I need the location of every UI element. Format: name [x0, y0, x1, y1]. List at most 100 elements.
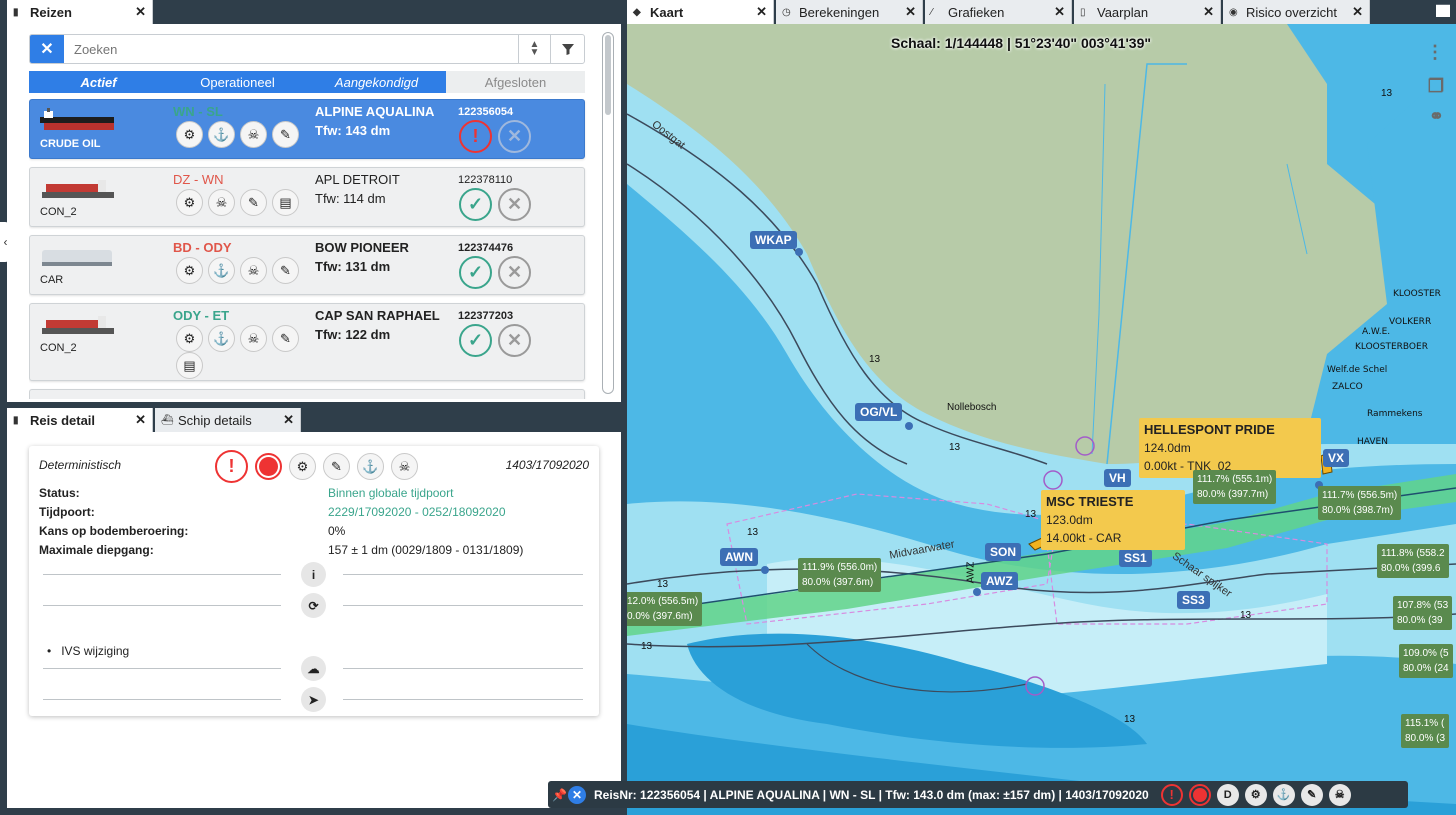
voyage-item-partial[interactable] — [29, 389, 585, 399]
close-icon[interactable]: ✕ — [1046, 4, 1065, 20]
waypoint-vh[interactable]: VH — [1104, 469, 1131, 487]
alert-icon[interactable]: ! — [1160, 783, 1183, 806]
wand-icon[interactable]: ✎ — [323, 453, 350, 480]
info-button[interactable]: i — [301, 562, 326, 587]
pin-icon[interactable]: 📌 — [552, 788, 568, 802]
waypoint-son[interactable]: SON — [985, 543, 1022, 561]
cancel-icon[interactable]: ✕ — [498, 188, 531, 221]
tab-berekeningen[interactable]: ◷ Berekeningen ✕ — [776, 0, 923, 24]
close-icon[interactable]: ✕ — [275, 412, 294, 428]
cancel-icon[interactable]: ✕ — [498, 256, 531, 289]
waypoint-awz[interactable]: AWZ — [981, 572, 1018, 590]
gears-icon[interactable]: ⚙ — [1244, 783, 1267, 806]
tab-vaarplan[interactable]: ▯ Vaarplan ✕ — [1074, 0, 1221, 24]
close-icon[interactable]: ✕ — [897, 4, 916, 20]
tab-kaart[interactable]: ◆ Kaart ✕ — [627, 0, 774, 24]
filter-tab-afgesloten[interactable]: Afgesloten — [446, 71, 585, 93]
clearance-label: 109.0% (5 80.0% (24 — [1399, 644, 1453, 678]
close-icon[interactable]: ✕ — [1344, 4, 1363, 20]
cancel-icon[interactable]: ✕ — [498, 120, 531, 153]
tab-schip-details[interactable]: ⛴ Schip details ✕ — [155, 408, 301, 432]
stop-icon[interactable] — [255, 453, 282, 480]
skull-icon[interactable]: ☠ — [240, 121, 267, 148]
ok-icon[interactable]: ✓ — [459, 324, 492, 357]
close-icon[interactable]: ✕ — [127, 412, 146, 428]
refresh-button[interactable]: ⟳ — [301, 593, 326, 618]
close-icon[interactable]: ✕ — [748, 4, 767, 20]
voyage-item[interactable]: CAR BD - ODY BOW PIONEER Tfw: 131 dm 122… — [29, 235, 585, 295]
skull-icon[interactable]: ☠ — [208, 189, 235, 216]
nautical-map[interactable]: KLOOSTER VOLKERR A.W.E. KLOOSTERBOER Wel… — [627, 24, 1456, 815]
tab-grafieken[interactable]: ⁄ Grafieken ✕ — [925, 0, 1072, 24]
voyage-item[interactable]: CON_2 DZ - WN APL DETROIT Tfw: 114 dm 12… — [29, 167, 585, 227]
depth-mark: 13 — [1025, 509, 1037, 520]
alert-icon[interactable]: ! — [215, 450, 248, 483]
close-icon[interactable]: ✕ — [127, 4, 146, 20]
ok-icon[interactable]: ✓ — [459, 256, 492, 289]
filter-tab-operationeel[interactable]: Operationeel — [168, 71, 307, 93]
close-selection-button[interactable]: ✕ — [568, 785, 586, 804]
anchor-icon[interactable]: ⚓ — [208, 257, 235, 284]
wand-icon[interactable]: ✎ — [272, 257, 299, 284]
collapse-panel-button[interactable]: ‹ — [0, 222, 11, 262]
filter-tab-aangekondigd[interactable]: Aangekondigd — [307, 71, 446, 93]
tab-reis-detail[interactable]: ▮ Reis detail ✕ — [7, 408, 153, 432]
skull-icon[interactable]: ☠ — [391, 453, 418, 480]
skull-icon[interactable]: ☠ — [240, 257, 267, 284]
waypoint-wkap[interactable]: WKAP — [750, 231, 797, 249]
wand-icon[interactable]: ✎ — [1300, 783, 1323, 806]
clear-search-button[interactable]: ✕ — [30, 35, 64, 63]
filter-icon[interactable] — [550, 35, 584, 63]
voyage-detail-panel: Deterministisch 1403/17092020 ! ⚙ ✎ ⚓ ☠ … — [7, 432, 621, 808]
wand-icon[interactable]: ✎ — [272, 325, 299, 352]
tab-reizen[interactable]: ▮ Reizen ✕ — [7, 0, 153, 24]
alert-icon[interactable]: ! — [459, 120, 492, 153]
svg-text:VOLKERR: VOLKERR — [1389, 317, 1431, 327]
gears-icon[interactable]: ⚙ — [176, 325, 203, 352]
link-icon[interactable]: ⚭ — [1429, 106, 1444, 127]
anchor-icon[interactable]: ⚓ — [208, 325, 235, 352]
stop-icon[interactable] — [1188, 783, 1211, 806]
deterministic-badge[interactable]: D — [1216, 783, 1239, 806]
waypoint-ss3[interactable]: SS3 — [1177, 591, 1210, 609]
depth-mark: 13 — [1124, 714, 1136, 725]
waypoint-awn[interactable]: AWN — [720, 548, 758, 566]
more-icon[interactable]: ⋮ — [1426, 42, 1444, 63]
layers-icon[interactable]: ❐ — [1428, 76, 1444, 97]
list-scrollbar[interactable] — [602, 32, 614, 394]
wand-icon[interactable]: ✎ — [272, 121, 299, 148]
weather-button[interactable]: ☁ — [301, 656, 326, 681]
scroll-thumb[interactable] — [605, 35, 611, 115]
close-icon[interactable]: ✕ — [1195, 4, 1214, 20]
vessel-label-hellespont-pride[interactable]: HELLESPONT PRIDE 124.0dm 0.00kt - TNK_02 — [1139, 418, 1321, 478]
filter-tab-actief[interactable]: Actief — [29, 71, 168, 93]
anchor-icon[interactable]: ⚓ — [208, 121, 235, 148]
wand-icon[interactable]: ✎ — [240, 189, 267, 216]
vessel-label-msc-trieste[interactable]: MSC TRIESTE 123.0dm 14.00kt - CAR — [1041, 490, 1185, 550]
gears-icon[interactable]: ⚙ — [176, 189, 203, 216]
document-icon[interactable]: ▤ — [176, 352, 203, 379]
gears-icon[interactable]: ⚙ — [289, 453, 316, 480]
anchor-icon[interactable]: ⚓ — [1272, 783, 1295, 806]
skull-icon[interactable]: ☠ — [240, 325, 267, 352]
vessel-info: 14.00kt - CAR — [1046, 531, 1122, 545]
skull-icon[interactable]: ☠ — [1328, 783, 1351, 806]
menu-icon[interactable]: ▬ ▬ ▬ — [1436, 0, 1450, 19]
ok-icon[interactable]: ✓ — [459, 188, 492, 221]
waypoint-vx[interactable]: VX — [1323, 449, 1350, 467]
waypoint-ss1[interactable]: SS1 — [1119, 549, 1152, 567]
document-icon[interactable]: ▤ — [272, 189, 299, 216]
cancel-icon[interactable]: ✕ — [498, 324, 531, 357]
gears-icon[interactable]: ⚙ — [176, 121, 203, 148]
tab-risico-overzicht[interactable]: ◉ Risico overzicht ✕ — [1223, 0, 1370, 24]
map-canvas[interactable]: KLOOSTER VOLKERR A.W.E. KLOOSTERBOER Wel… — [627, 24, 1456, 815]
navigate-button[interactable]: ➤ — [301, 687, 326, 712]
search-input[interactable] — [64, 35, 518, 63]
voyage-item[interactable]: CON_2 ODY - ET CAP SAN RAPHAEL Tfw: 122 … — [29, 303, 585, 381]
voyage-item[interactable]: CRUDE OIL WN - SL ALPINE AQUALINA Tfw: 1… — [29, 99, 585, 159]
gears-icon[interactable]: ⚙ — [176, 257, 203, 284]
sort-icon[interactable]: ▲ ▼ — [518, 35, 550, 63]
anchor-icon[interactable]: ⚓ — [357, 453, 384, 480]
waypoint-og-vl[interactable]: OG/VL — [855, 403, 903, 421]
tab-label: Kaart — [650, 4, 684, 20]
